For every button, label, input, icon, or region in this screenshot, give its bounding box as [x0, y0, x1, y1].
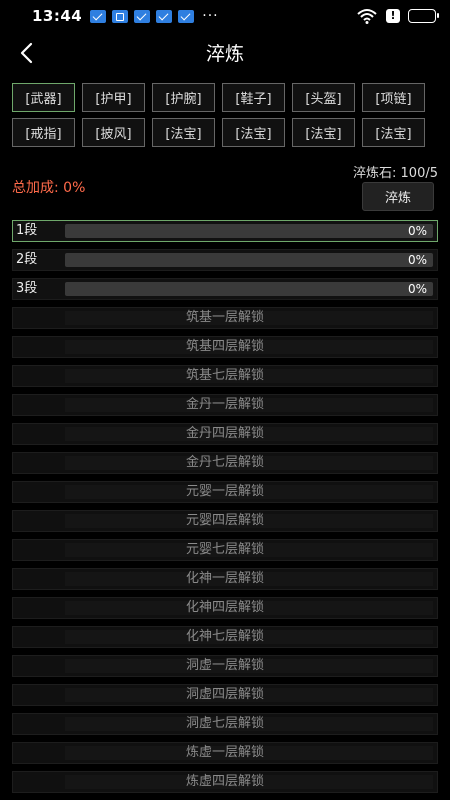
unlock-requirement: 炼虚四层解锁 — [185, 774, 264, 789]
notification-icons: ··· — [90, 8, 218, 24]
locked-stage-row: 洞虚四层解锁 — [12, 684, 438, 706]
equipment-tab[interactable]: [法宝] — [152, 118, 215, 147]
temper-button[interactable]: 淬炼 — [362, 182, 434, 211]
equipment-tab[interactable]: [法宝] — [292, 118, 355, 147]
app-icon — [112, 9, 129, 23]
locked-stage-row: 筑基一层解锁 — [12, 307, 438, 329]
equipment-tab[interactable]: [头盔] — [292, 83, 355, 112]
locked-stage-row: 元婴一层解锁 — [12, 481, 438, 503]
unlock-requirement: 化神四层解锁 — [185, 600, 264, 615]
equipment-tab[interactable]: [披风] — [82, 118, 145, 147]
unlock-requirement: 洞虚七层解锁 — [185, 716, 264, 731]
locked-stage-row: 炼虚一层解锁 — [12, 742, 438, 764]
stage-row[interactable]: 2段 0% — [12, 249, 438, 271]
message-icon — [134, 9, 151, 23]
stage-progress-bar: 0% — [65, 282, 433, 296]
locked-stage-row: 元婴七层解锁 — [12, 539, 438, 561]
equipment-tab[interactable]: [武器] — [12, 83, 75, 112]
temper-stages: 1段 0% 2段 0% 3段 0% 筑基一层解锁 筑基四层解锁 筑基七层解锁 金丹一层解锁 金丹四层… — [12, 220, 438, 800]
unlock-requirement: 筑基七层解锁 — [185, 368, 264, 383]
unlock-requirement: 元婴四层解锁 — [185, 513, 264, 528]
locked-stage-row: 筑基七层解锁 — [12, 365, 438, 387]
status-bar: 13:44 ··· ! — [0, 0, 450, 32]
unlock-requirement: 化神七层解锁 — [185, 629, 264, 644]
equipment-tabs: [武器] [护甲] [护腕] [鞋子] [头盔] [项链] [戒指] [披风] [法宝] [法宝]… — [12, 83, 438, 147]
locked-stage-row: 金丹一层解锁 — [12, 394, 438, 416]
unlock-requirement: 洞虚四层解锁 — [185, 687, 264, 702]
stage-progress-bar: 0% — [65, 224, 433, 238]
locked-stage-row: 洞虚七层解锁 — [12, 713, 438, 735]
equipment-tab[interactable]: [法宝] — [362, 118, 425, 147]
locked-stage-row: 筑基四层解锁 — [12, 336, 438, 358]
page-header: 淬炼 — [0, 32, 450, 72]
message-icon — [178, 9, 195, 23]
stage-percent: 0% — [407, 282, 427, 296]
status-time: 13:44 — [32, 7, 83, 25]
total-bonus: 总加成: 0% — [12, 180, 86, 196]
locked-stage-row: 化神一层解锁 — [12, 568, 438, 590]
unlock-requirement: 金丹四层解锁 — [185, 426, 264, 441]
locked-stage-row: 元婴四层解锁 — [12, 510, 438, 532]
unlock-requirement: 筑基四层解锁 — [185, 339, 264, 354]
equipment-tab[interactable]: [项链] — [362, 83, 425, 112]
locked-stage-row: 炼虚四层解锁 — [12, 771, 438, 793]
stage-row[interactable]: 3段 0% — [12, 278, 438, 300]
stage-percent: 0% — [407, 253, 427, 267]
unlock-requirement: 洞虚一层解锁 — [185, 658, 264, 673]
battery-icon — [408, 9, 439, 23]
alert-icon: ! — [386, 9, 400, 23]
unlock-requirement: 筑基一层解锁 — [185, 310, 264, 325]
locked-stage-row: 化神四层解锁 — [12, 597, 438, 619]
unlock-requirement: 化神一层解锁 — [185, 571, 264, 586]
unlock-requirement: 金丹一层解锁 — [185, 397, 264, 412]
equipment-tab[interactable]: [鞋子] — [222, 83, 285, 112]
unlock-requirement: 元婴七层解锁 — [185, 542, 264, 557]
stage-label: 1段 — [16, 223, 38, 238]
stage-row[interactable]: 1段 0% — [12, 220, 438, 242]
unlock-requirement: 元婴一层解锁 — [185, 484, 264, 499]
locked-stage-row: 化神七层解锁 — [12, 626, 438, 648]
stage-percent: 0% — [407, 224, 427, 238]
wifi-icon — [356, 8, 378, 24]
locked-stage-row: 金丹七层解锁 — [12, 452, 438, 474]
chevron-left-icon[interactable] — [14, 40, 40, 66]
unlock-requirement: 炼虚一层解锁 — [185, 745, 264, 760]
more-notifications-icon: ··· — [202, 8, 219, 24]
message-icon — [90, 9, 107, 23]
locked-stage-row: 金丹四层解锁 — [12, 423, 438, 445]
temper-stone-count: 淬炼石: 100/5 — [353, 166, 438, 181]
equipment-tab[interactable]: [法宝] — [222, 118, 285, 147]
message-icon — [156, 9, 173, 23]
page-title: 淬炼 — [205, 42, 244, 65]
equipment-tab[interactable]: [护甲] — [82, 83, 145, 112]
locked-stage-row: 洞虚一层解锁 — [12, 655, 438, 677]
equipment-tab[interactable]: [戒指] — [12, 118, 75, 147]
stage-label: 3段 — [16, 281, 38, 296]
stage-progress-bar: 0% — [65, 253, 433, 267]
unlock-requirement: 金丹七层解锁 — [185, 455, 264, 470]
stage-label: 2段 — [16, 252, 38, 267]
equipment-tab[interactable]: [护腕] — [152, 83, 215, 112]
